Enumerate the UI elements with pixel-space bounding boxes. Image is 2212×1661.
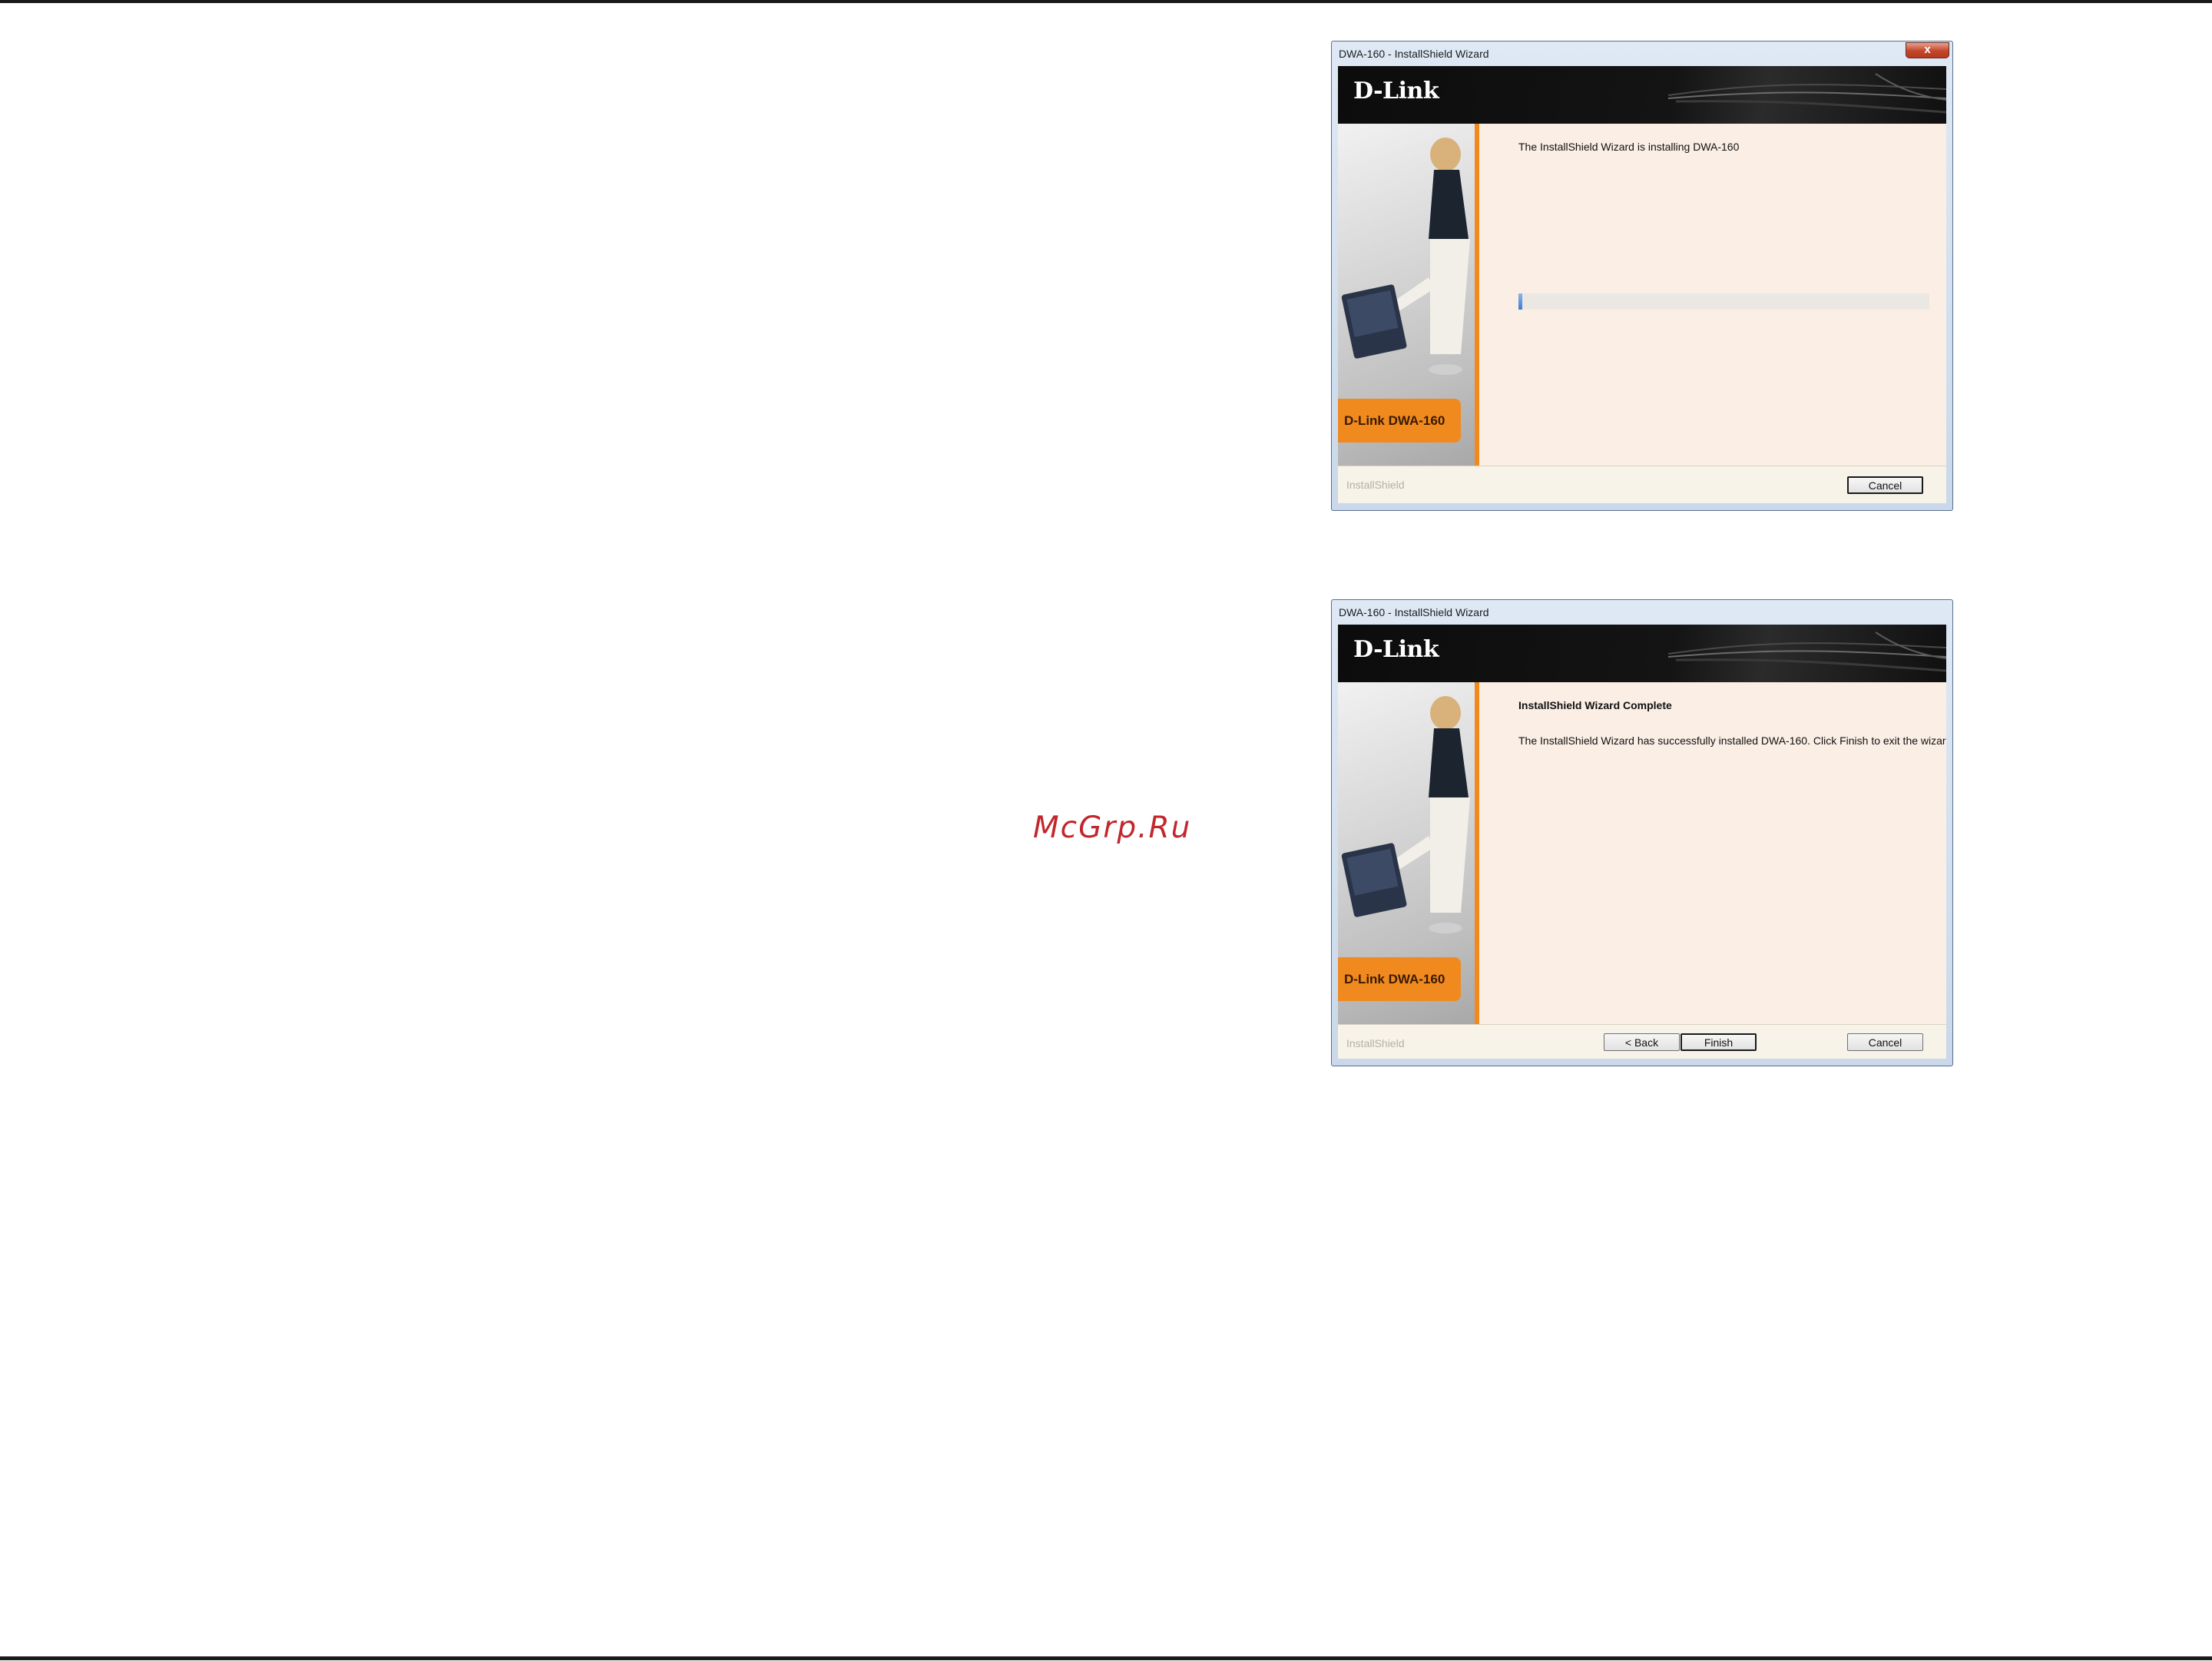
dlink-logo: D-Link bbox=[1353, 636, 1439, 663]
finish-button[interactable]: Finish bbox=[1681, 1033, 1757, 1051]
window-title: DWA-160 - InstallShield Wizard bbox=[1339, 606, 1489, 618]
window-title: DWA-160 - InstallShield Wizard bbox=[1339, 48, 1489, 60]
cancel-button[interactable]: Cancel bbox=[1847, 476, 1923, 494]
install-progress-bar bbox=[1518, 293, 1929, 310]
product-name-badge: D-Link DWA-160 bbox=[1338, 399, 1461, 443]
content-area: The InstallShield Wizard is installing D… bbox=[1479, 124, 1946, 466]
dialog-client-area: D-Link D-Link DWA-160 The InstallShield … bbox=[1338, 66, 1946, 503]
side-image-panel: D-Link DWA-160 bbox=[1338, 682, 1476, 1024]
completion-heading: InstallShield Wizard Complete bbox=[1518, 699, 1672, 711]
installshield-dialog-complete: DWA-160 - InstallShield Wizard D-Link D- bbox=[1331, 599, 1953, 1066]
content-area: InstallShield Wizard Complete The Instal… bbox=[1479, 682, 1946, 1024]
product-name-badge: D-Link DWA-160 bbox=[1338, 957, 1461, 1001]
cancel-button[interactable]: Cancel bbox=[1847, 1033, 1923, 1051]
completion-message: The InstallShield Wizard has successfull… bbox=[1518, 734, 1946, 747]
status-message: The InstallShield Wizard is installing D… bbox=[1518, 141, 1740, 153]
dialog-footer: InstallShield Cancel bbox=[1338, 466, 1946, 503]
bottom-rule bbox=[0, 1656, 2212, 1660]
dlink-banner: D-Link bbox=[1338, 625, 1946, 682]
footer-brand: InstallShield bbox=[1346, 479, 1405, 491]
dialog-footer: InstallShield < Back Finish Cancel bbox=[1338, 1024, 1946, 1059]
footer-brand: InstallShield bbox=[1346, 1037, 1405, 1049]
close-icon[interactable]: x bbox=[1906, 42, 1949, 58]
window-titlebar[interactable]: DWA-160 - InstallShield Wizard bbox=[1332, 600, 1952, 624]
side-image-panel: D-Link DWA-160 bbox=[1338, 124, 1476, 466]
window-titlebar[interactable]: DWA-160 - InstallShield Wizard x bbox=[1332, 41, 1952, 65]
installshield-dialog-installing: DWA-160 - InstallShield Wizard x D-Link bbox=[1331, 41, 1953, 511]
dialog-client-area: D-Link D-Link DWA-160 InstallShield Wiza… bbox=[1338, 625, 1946, 1059]
dlink-logo: D-Link bbox=[1353, 78, 1439, 104]
dlink-banner: D-Link bbox=[1338, 66, 1946, 124]
progress-fill bbox=[1518, 293, 1522, 310]
top-rule bbox=[0, 0, 2212, 3]
back-button[interactable]: < Back bbox=[1604, 1033, 1680, 1051]
watermark: McGrp.Ru bbox=[1033, 811, 1192, 845]
